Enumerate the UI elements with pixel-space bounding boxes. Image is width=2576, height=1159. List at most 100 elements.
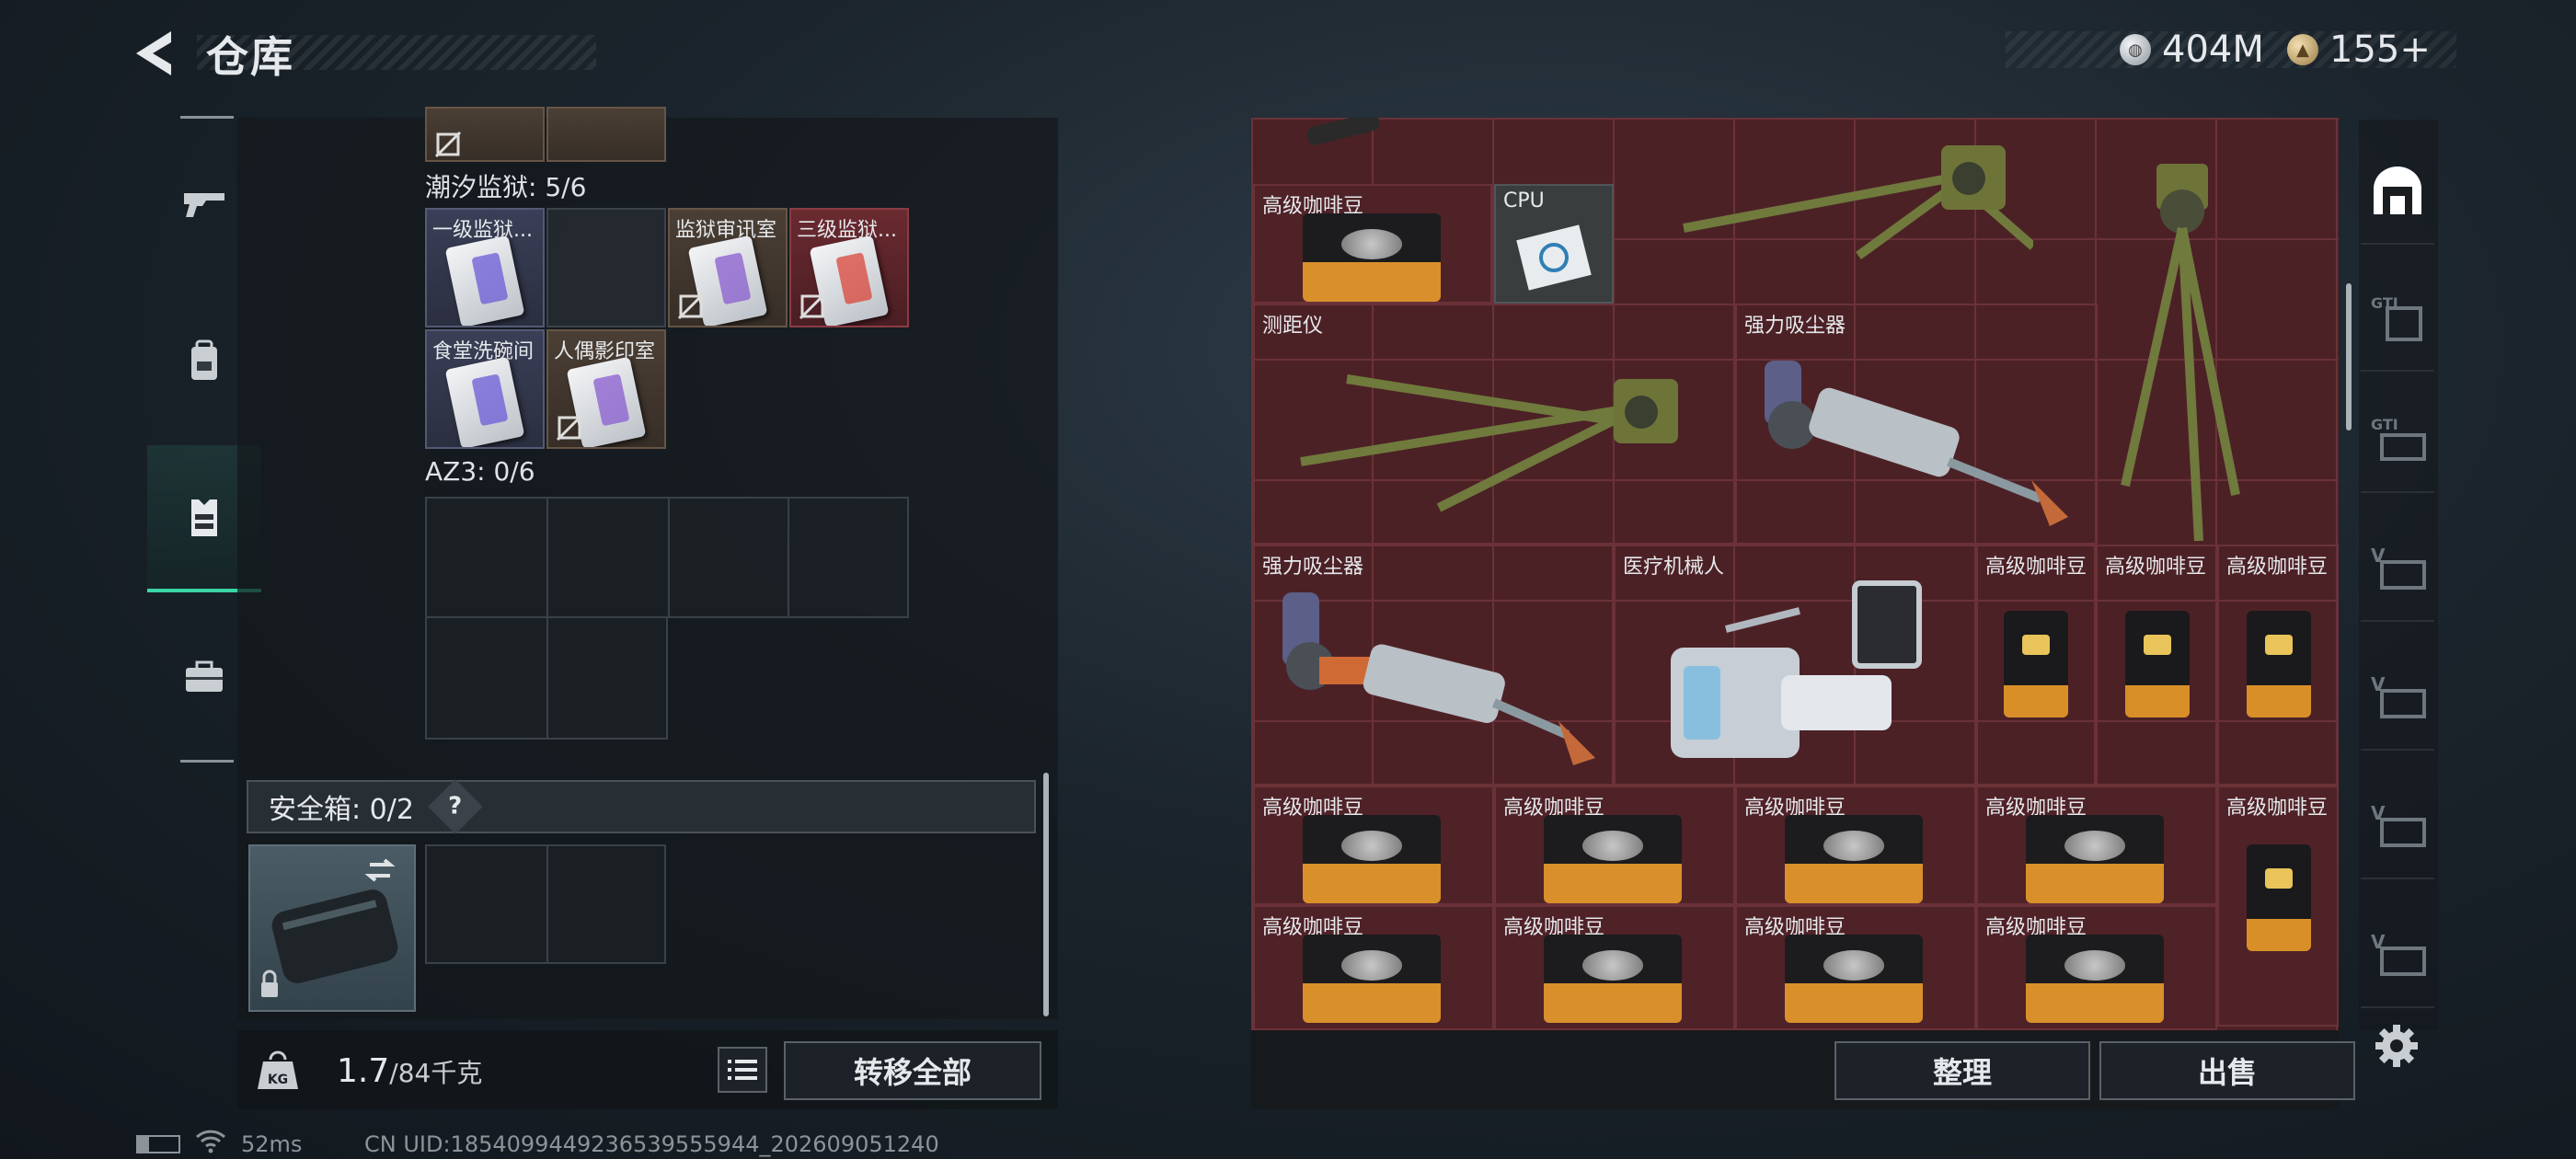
grid-line xyxy=(668,497,670,618)
wifi-icon xyxy=(195,1130,226,1153)
back-arrow-icon[interactable] xyxy=(131,28,178,79)
briefcase-icon xyxy=(186,660,223,692)
backpack-scrollbar[interactable] xyxy=(1043,773,1049,1016)
stash-tab-gti-2[interactable]: GTI xyxy=(2361,386,2434,493)
stash-item-coffee[interactable]: 高级咖啡豆 xyxy=(1735,905,1976,1030)
coffee-bag-icon xyxy=(2004,611,2068,717)
az3-grid-row1[interactable] xyxy=(425,497,909,618)
stash-item-coffee[interactable]: 高级咖啡豆 xyxy=(1976,786,2217,905)
keycard-icon xyxy=(444,235,525,326)
partial-item[interactable] xyxy=(1288,118,1389,155)
stash-grid: 高级咖啡豆 CPU 测距仪 强力吸尘器 强力吸尘器 医疗机械人 高级咖啡豆 高级… xyxy=(1251,118,2339,1030)
stash-item-rangefinder[interactable]: 测距仪 xyxy=(1253,304,1735,545)
keycard-slot[interactable]: 监狱审讯室 xyxy=(668,208,788,327)
stash-tab-v-2[interactable]: V xyxy=(2361,644,2434,751)
coffee-bag-icon xyxy=(2026,935,2164,1023)
item-label: 测距仪 xyxy=(1262,315,1324,338)
stash-item-vacuum[interactable]: 强力吸尘器 xyxy=(1735,304,2098,545)
nav-divider-top xyxy=(180,116,234,119)
safebox-case-icon xyxy=(261,858,398,997)
ping-readout: 52ms xyxy=(241,1131,303,1157)
gold-amount: 155+ xyxy=(2329,29,2431,71)
item-label: CPU xyxy=(1503,189,1545,212)
settings-gear-icon[interactable] xyxy=(2374,1023,2420,1069)
device-icon xyxy=(1306,118,1380,145)
item-slot-partial[interactable] xyxy=(425,107,545,162)
safebox-item[interactable] xyxy=(248,844,416,1012)
stash-item-coffee[interactable]: 高级咖啡豆 xyxy=(1253,786,1494,905)
weight-current: 1.7 xyxy=(337,1052,390,1090)
keycard-slot[interactable]: 食堂洗碗间 xyxy=(425,329,545,449)
backpack-icon xyxy=(191,339,217,380)
coffee-bag-icon xyxy=(1303,213,1441,302)
coffee-bag-icon xyxy=(2026,815,2164,903)
coffee-bag-icon xyxy=(2247,844,2311,951)
stash-item-vacuum[interactable]: 强力吸尘器 xyxy=(1253,545,1614,786)
stash-item-coffee[interactable]: 高级咖啡豆 xyxy=(1253,905,1494,1030)
stash-item-coffee[interactable]: 高级咖啡豆 xyxy=(1253,184,1492,304)
currency-silver: ◍ 404M xyxy=(2120,29,2264,71)
stash-tab-gti-1[interactable]: GTI xyxy=(2361,265,2434,372)
grid-line xyxy=(546,497,548,740)
stash-item-coffee-tall[interactable]: 高级咖啡豆 xyxy=(2217,786,2339,1027)
stash-tab-v-1[interactable]: V xyxy=(2361,515,2434,622)
keycard-slot[interactable]: 人偶影印室 xyxy=(546,329,666,449)
stash-item-coffee[interactable]: 高级咖啡豆 xyxy=(1976,905,2217,1030)
empty-slot[interactable] xyxy=(546,208,666,327)
coffee-bag-icon xyxy=(1785,935,1923,1023)
battery-icon xyxy=(136,1135,180,1153)
stash-item-tripod-top[interactable] xyxy=(1647,118,2037,302)
stash-tab-v-3[interactable]: V xyxy=(2361,773,2434,879)
stash-item-coffee-tall[interactable]: 高级咖啡豆 xyxy=(2217,545,2339,786)
sell-button[interactable]: 出售 xyxy=(2099,1041,2355,1100)
no-link-icon xyxy=(556,414,583,442)
gti-icon: GTI xyxy=(2371,294,2422,341)
gold-coin-icon: ▲ xyxy=(2287,34,2318,65)
stash-tab-v-4[interactable]: V xyxy=(2361,901,2434,1008)
section-label-tide-prison: 潮汐监狱: 5/6 xyxy=(425,172,587,202)
stash-tab-home[interactable] xyxy=(2361,138,2434,245)
transfer-all-button[interactable]: 转移全部 xyxy=(784,1041,1041,1100)
item-label: 高级咖啡豆 xyxy=(2226,797,2329,820)
cpu-chip-icon xyxy=(1516,224,1592,291)
no-link-icon xyxy=(434,131,462,158)
vacuum-icon xyxy=(1282,592,1595,765)
coffee-bag-icon xyxy=(1544,935,1682,1023)
weight-readout: 1.7/84千克 xyxy=(337,1052,482,1090)
weight-max: /84千克 xyxy=(389,1058,483,1088)
vest-icon xyxy=(191,499,217,536)
stash-item-tripod-tall[interactable] xyxy=(2098,155,2263,559)
safebox-empty-slots[interactable] xyxy=(425,844,666,964)
safebox-label: 安全箱: 0/2 xyxy=(269,794,414,826)
grid-line xyxy=(788,497,789,618)
user-uid: CN UID:1854099449236539555944_2026090512… xyxy=(364,1131,939,1157)
stash-item-coffee[interactable]: 高级咖啡豆 xyxy=(1735,786,1976,905)
stash-item-coffee-tall[interactable]: 高级咖啡豆 xyxy=(1976,545,2096,786)
list-view-button[interactable] xyxy=(718,1047,767,1093)
rangefinder-icon xyxy=(1683,145,2037,260)
vacuum-icon xyxy=(1765,361,2068,526)
help-button[interactable]: ? xyxy=(428,779,483,834)
stash-item-coffee-tall[interactable]: 高级咖啡豆 xyxy=(2096,545,2217,786)
coffee-bag-icon xyxy=(1544,815,1682,903)
grid-line xyxy=(546,844,548,964)
coffee-bag-icon xyxy=(1785,815,1923,903)
stash-item-coffee[interactable]: 高级咖啡豆 xyxy=(1494,786,1735,905)
stash-item-cpu[interactable]: CPU xyxy=(1494,184,1614,304)
currency-gold[interactable]: ▲ 155+ xyxy=(2287,29,2431,71)
item-slot-partial[interactable] xyxy=(546,107,666,162)
stash-item-medbot[interactable]: 医疗机械人 xyxy=(1614,545,1976,786)
no-link-icon xyxy=(677,293,705,320)
silver-coin-icon: ◍ xyxy=(2120,34,2151,65)
nav-divider-bottom xyxy=(180,760,234,763)
stash-item-coffee[interactable]: 高级咖啡豆 xyxy=(1494,905,1735,1030)
coffee-bag-icon xyxy=(1303,815,1441,903)
section-label-az3: AZ3: 0/6 xyxy=(425,456,535,487)
item-label: 强力吸尘器 xyxy=(1744,315,1846,338)
sort-button[interactable]: 整理 xyxy=(1834,1041,2090,1100)
svg-text:GTI: GTI xyxy=(2371,416,2398,433)
keycard-slot[interactable]: 三级监狱... xyxy=(789,208,909,327)
stash-scrollbar[interactable] xyxy=(2346,283,2352,430)
keycard-slot[interactable]: 一级监狱... xyxy=(425,208,545,327)
medbot-icon xyxy=(1671,580,1922,758)
